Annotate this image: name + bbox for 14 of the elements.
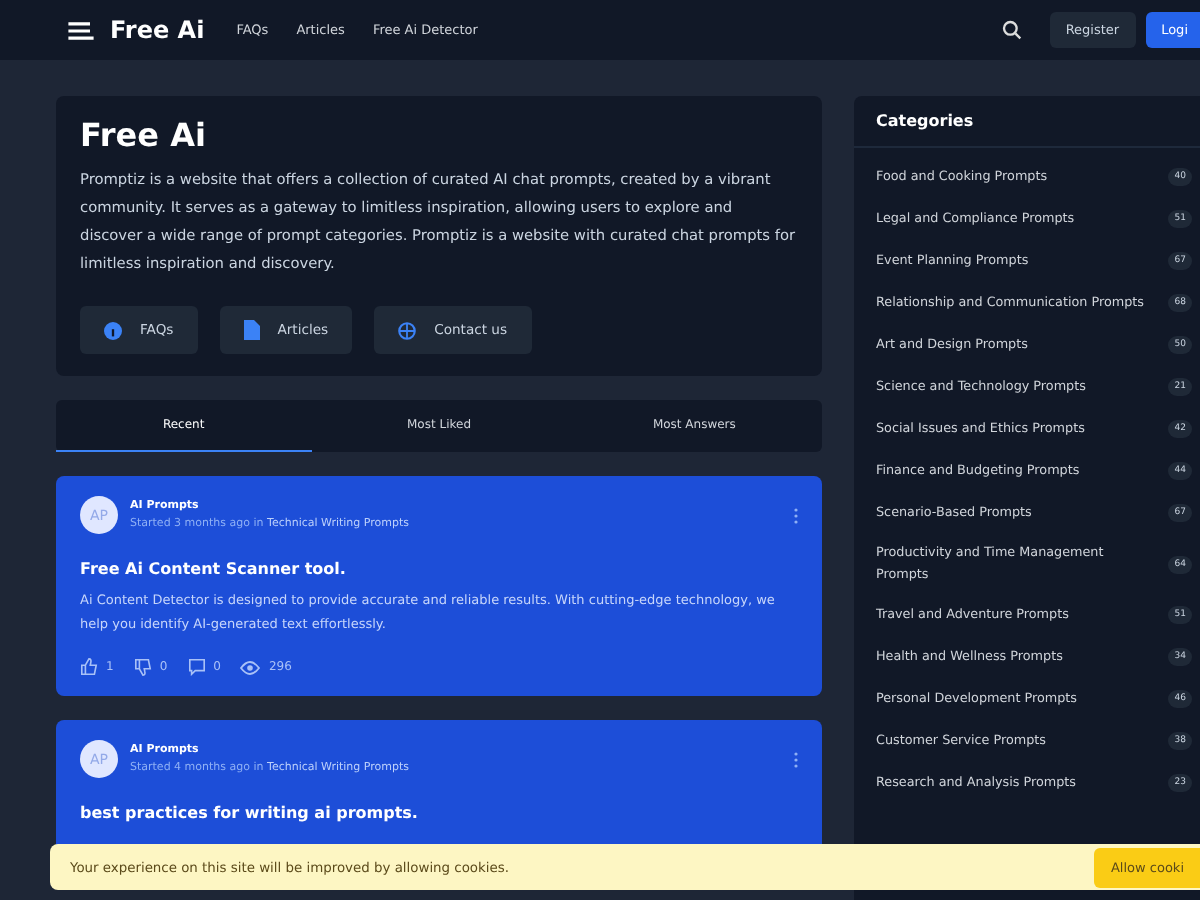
site-logo[interactable]: Free Ai <box>110 16 205 44</box>
info-icon <box>104 321 122 339</box>
post-title[interactable]: Free Ai Content Scanner tool. <box>80 560 798 578</box>
hero-title: Free Ai <box>80 116 208 154</box>
thumbs-up-icon <box>80 658 98 676</box>
thumbs-down-icon <box>133 658 152 676</box>
menu-icon[interactable] <box>68 21 94 39</box>
document-icon <box>243 320 260 340</box>
comment-icon <box>187 658 206 676</box>
eye-icon <box>240 659 261 675</box>
panel-title: Categories <box>854 96 1200 148</box>
post-title[interactable]: best practices for writing ai prompts. <box>80 804 798 822</box>
globe-icon <box>398 321 417 339</box>
search-icon[interactable] <box>1001 20 1022 40</box>
